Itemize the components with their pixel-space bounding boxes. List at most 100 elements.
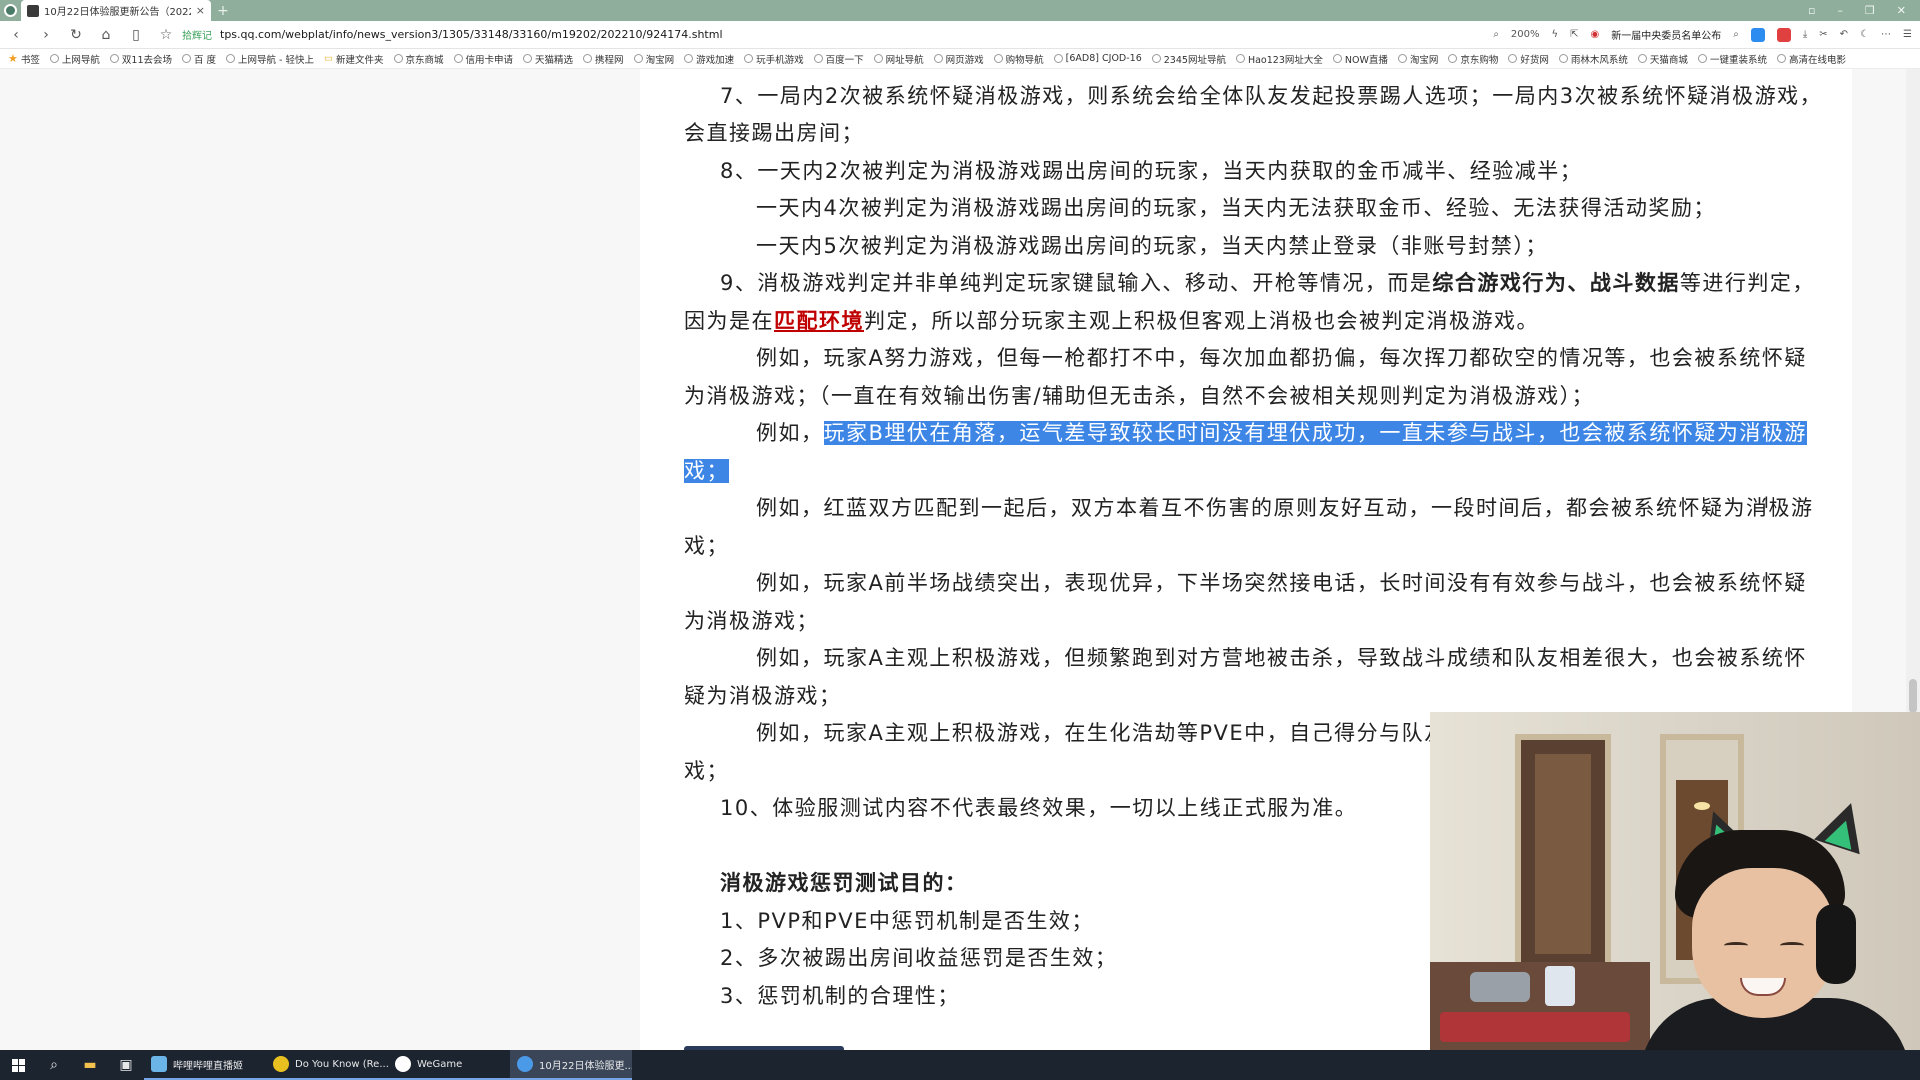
globe-icon — [1558, 54, 1568, 63]
bookmark-item[interactable]: 游戏加速 — [684, 52, 734, 66]
store-icon[interactable]: ▣ — [108, 1050, 144, 1080]
extension-red-icon[interactable] — [1776, 27, 1791, 42]
match-environment-link[interactable]: 匹配环境 — [774, 309, 864, 333]
taskbar-app-music[interactable]: Do You Know (Re... — [266, 1050, 388, 1080]
globe-icon — [109, 54, 119, 63]
globe-icon — [393, 54, 403, 63]
home-icon[interactable]: ⌂ — [98, 27, 114, 43]
globe-icon — [1053, 54, 1063, 63]
example-prefix: 例如， — [756, 421, 824, 445]
star-icon: ★ — [8, 52, 18, 65]
taskbar-app-bilibili-live[interactable]: 哔哩哔哩直播姬 — [144, 1050, 266, 1080]
bookmark-item[interactable]: [6AD8] CJOD-16 — [1053, 53, 1142, 64]
menu-icon[interactable]: ☰ — [1903, 29, 1912, 40]
globe-icon — [633, 54, 643, 63]
bookmark-item[interactable]: 2345网址导航 — [1151, 52, 1226, 66]
bookmark-folder[interactable]: ▭ 新建文件夹 — [324, 52, 384, 66]
back-icon[interactable]: ‹ — [8, 27, 24, 43]
article-cut-line: 3、极系统判定消极游戏处罚，被其他玩家举报后，会直接踢出房间； — [684, 69, 1824, 78]
more-icon[interactable]: ⋯ — [1881, 29, 1891, 40]
globe-icon — [933, 54, 943, 63]
bilibili-live-icon — [151, 1056, 167, 1072]
bookmark-item[interactable]: 上网导航 — [49, 52, 100, 66]
bookmark-item[interactable]: 信用卡申请 — [453, 52, 513, 66]
globe-icon — [1776, 54, 1786, 63]
bookmark-item[interactable]: 百 度 — [182, 52, 216, 66]
globe-icon — [1448, 54, 1458, 63]
bookmark-item[interactable]: NOW直播 — [1332, 52, 1388, 66]
window-restore-icon[interactable]: ▫ — [1808, 4, 1815, 17]
globe-icon — [226, 54, 236, 63]
download-icon[interactable]: ⤓ — [1803, 29, 1807, 40]
forward-icon[interactable]: › — [38, 27, 54, 43]
browser-icon — [517, 1056, 533, 1072]
bookmark-item[interactable]: 淘宝网 — [1397, 52, 1438, 66]
globe-icon — [453, 54, 463, 63]
zoom-level[interactable]: 200% — [1511, 29, 1540, 40]
night-mode-icon[interactable]: ☾ — [1860, 29, 1869, 40]
window-maximize-icon[interactable]: ❐ — [1865, 4, 1875, 17]
hot-search-icon[interactable]: ◉ — [1591, 29, 1600, 40]
url-text[interactable]: tps.qq.com/webplat/info/news_version3/13… — [220, 28, 723, 41]
browser-logo-icon[interactable] — [0, 0, 21, 21]
scissors-icon[interactable]: ✂ — [1819, 29, 1827, 40]
wegame-icon — [395, 1056, 411, 1072]
reader-icon[interactable]: ▯ — [128, 27, 144, 43]
bookmark-item[interactable]: Hao123网址大全 — [1235, 52, 1323, 66]
globe-icon — [813, 54, 823, 63]
bookmark-item[interactable]: 天猫精选 — [523, 52, 573, 66]
tab-close-icon[interactable]: × — [196, 4, 205, 17]
webcam-streamer — [1630, 795, 1920, 1050]
bookmark-item[interactable]: 一键重装系统 — [1697, 52, 1767, 66]
tab-active[interactable]: 10月22日体验服更新公告（2022） × — [21, 0, 211, 21]
undo-icon[interactable]: ↶ — [1840, 29, 1848, 40]
bookmarks-bar: ★ 书签 上网导航 双11去会场 百 度 上网导航 - 轻快上 ▭ 新建文件夹 京东… — [0, 49, 1920, 69]
selected-text[interactable]: 玩家B埋伏在角落，运气差导致较长时间没有埋伏成功，一直未参与战斗，也会被系统怀疑… — [684, 421, 1807, 483]
bookmark-item[interactable]: 携程网 — [583, 52, 624, 66]
taskbar-app-wegame[interactable]: WeGame — [388, 1050, 510, 1080]
globe-icon — [182, 54, 191, 63]
music-app-icon — [273, 1056, 289, 1072]
bookmark-item[interactable]: 高清在线电影 — [1776, 52, 1846, 66]
globe-icon — [49, 54, 59, 63]
bookmark-item[interactable]: 网页游戏 — [933, 52, 984, 66]
lightning-icon[interactable]: ϟ — [1552, 29, 1559, 40]
bookmark-item[interactable]: 上网导航 - 轻快上 — [226, 52, 314, 66]
address-bar[interactable]: ☆ 拾辉记 tps.qq.com/webplat/info/news_versi… — [158, 27, 1479, 43]
scrollbar-thumb[interactable] — [1909, 679, 1917, 713]
globe-icon — [583, 54, 593, 63]
search-icon[interactable]: ⌕ — [36, 1050, 72, 1080]
share-icon[interactable]: ⇱ — [1570, 29, 1578, 40]
refresh-icon[interactable]: ↻ — [68, 27, 84, 43]
bookmark-item[interactable]: 网址导航 — [873, 52, 924, 66]
taskbar-app-browser[interactable]: 10月22日体验服更... — [510, 1050, 632, 1080]
globe-icon — [1508, 54, 1518, 63]
globe-icon — [1151, 54, 1161, 63]
globe-icon — [744, 54, 754, 63]
hot-search-text[interactable]: 新一届中央委员名单公布 — [1611, 27, 1721, 42]
new-tab-button[interactable]: + — [211, 0, 235, 21]
bookmark-item[interactable]: 玩手机游戏 — [744, 52, 804, 66]
globe-icon — [1397, 54, 1407, 63]
bookmark-item[interactable]: 购物导航 — [993, 52, 1044, 66]
bookmark-item[interactable]: 雨林木风系统 — [1558, 52, 1628, 66]
rule-item-8-sub: 一天内5次被判定为消极游戏踢出房间的玩家，当天内禁止登录（非账号封禁）； — [756, 233, 1548, 258]
bookmark-item[interactable]: ★ 书签 — [8, 52, 40, 66]
zoom-icon[interactable]: ⌕ — [1493, 29, 1499, 40]
bookmark-item[interactable]: 京东商城 — [393, 52, 444, 66]
extension-icon[interactable] — [1750, 27, 1765, 42]
bookmark-item[interactable]: 百度一下 — [813, 52, 864, 66]
bookmark-item[interactable]: 京东购物 — [1448, 52, 1498, 66]
file-explorer-icon[interactable]: ▬ — [72, 1050, 108, 1080]
bookmark-item[interactable]: 天猫商城 — [1637, 52, 1688, 66]
start-icon[interactable] — [0, 1050, 36, 1080]
bookmark-star-icon[interactable]: ☆ — [158, 27, 174, 43]
bookmark-item[interactable]: 淘宝网 — [633, 52, 674, 66]
example-paragraph: 例如，玩家A前半场战绩突出，表现优异，下半场突然接电话，长时间没有有效参与战斗，… — [684, 571, 1807, 633]
window-minimize-icon[interactable]: – — [1837, 4, 1843, 17]
bookmark-item[interactable]: 好货网 — [1508, 52, 1549, 66]
search-icon[interactable]: ⌕ — [1733, 29, 1739, 40]
globe-icon — [1697, 54, 1707, 63]
bookmark-item[interactable]: 双11去会场 — [109, 52, 172, 66]
window-close-icon[interactable]: ✕ — [1897, 4, 1906, 17]
